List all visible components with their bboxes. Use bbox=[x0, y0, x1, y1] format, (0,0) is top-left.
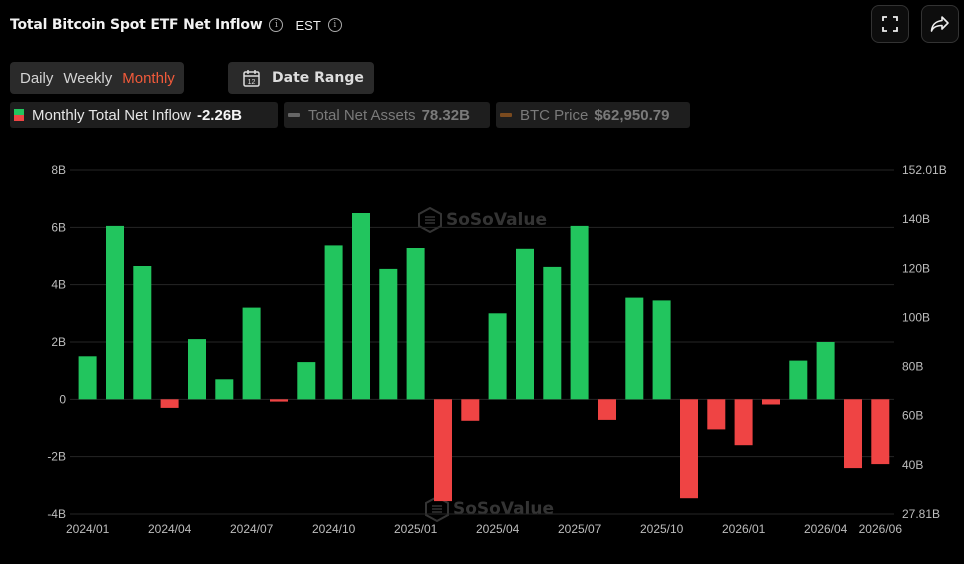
x-tick-label: 2025/04 bbox=[476, 522, 520, 536]
bar-2025-07[interactable] bbox=[570, 225, 589, 400]
calendar-icon: 12 bbox=[243, 70, 260, 87]
bar-2024-06[interactable] bbox=[215, 379, 234, 400]
x-tick-label: 2025/10 bbox=[640, 522, 684, 536]
chart-header: Total Bitcoin Spot ETF Net Inflow i EST … bbox=[10, 12, 342, 38]
x-tick-label: 2026/06 bbox=[859, 522, 903, 536]
x-tick-label: 2024/01 bbox=[66, 522, 110, 536]
bar-2025-01[interactable] bbox=[406, 248, 425, 400]
period-selector: Daily Weekly Monthly bbox=[10, 62, 184, 94]
bar-2024-10[interactable] bbox=[324, 245, 343, 400]
x-tick-label: 2026/01 bbox=[722, 522, 766, 536]
x-tick-label: 2025/07 bbox=[558, 522, 602, 536]
x-tick-label: 2025/01 bbox=[394, 522, 438, 536]
y-right-tick-label: 120B bbox=[902, 261, 930, 275]
y-right-tick-label: 80B bbox=[902, 360, 923, 374]
bar-2026-04[interactable] bbox=[816, 342, 835, 400]
y-axis-right: 152.01B 140B 120B 100B 80B 60B 40B 27.81B bbox=[902, 163, 947, 521]
date-range-label: Date Range bbox=[272, 70, 364, 86]
y-right-tick-label: 152.01B bbox=[902, 163, 947, 177]
y-right-tick-label: 27.81B bbox=[902, 507, 940, 521]
fullscreen-button[interactable] bbox=[871, 5, 909, 43]
x-tick-label: 2024/04 bbox=[148, 522, 192, 536]
bar-2025-09[interactable] bbox=[625, 297, 644, 400]
legend-btc-label: BTC Price bbox=[520, 106, 589, 124]
net-inflow-bar-chart: 8B 6B 4B 2B 0 -2B -4B 152.01B 140B 120B 100B 80B 60… bbox=[47, 163, 947, 536]
bar-2025-11[interactable] bbox=[680, 399, 698, 499]
y-right-tick-label: 140B bbox=[902, 212, 930, 226]
assets-legend-swatch bbox=[288, 113, 300, 117]
legend-inflow[interactable]: Monthly Total Net Inflow -2.26B bbox=[10, 102, 278, 128]
inflow-legend-swatch bbox=[14, 109, 24, 121]
bar-2025-12[interactable] bbox=[707, 399, 726, 430]
bar-2025-03[interactable] bbox=[461, 399, 480, 421]
y-tick-label: 6B bbox=[51, 220, 66, 234]
date-range-button[interactable]: 12 Date Range bbox=[228, 62, 374, 94]
bar-2024-05[interactable] bbox=[188, 339, 206, 400]
legend-btc-value: $62,950.79 bbox=[594, 106, 670, 124]
legend-total-assets[interactable]: Total Net Assets 78.32B bbox=[284, 102, 490, 128]
y-right-tick-label: 100B bbox=[902, 310, 930, 324]
x-tick-label: 2024/10 bbox=[312, 522, 356, 536]
tab-daily[interactable]: Daily bbox=[10, 70, 58, 87]
bar-2025-06[interactable] bbox=[543, 266, 562, 400]
x-tick-label: 2026/04 bbox=[804, 522, 848, 536]
legend-btc-price[interactable]: BTC Price $62,950.79 bbox=[496, 102, 690, 128]
bar-2025-02[interactable] bbox=[434, 399, 452, 502]
y-right-tick-label: 40B bbox=[902, 458, 923, 472]
share-icon bbox=[930, 16, 949, 32]
bar-2024-12[interactable] bbox=[379, 268, 398, 400]
x-tick-label: 2024/07 bbox=[230, 522, 274, 536]
bar-2026-01[interactable] bbox=[734, 399, 753, 446]
bar-2024-01[interactable] bbox=[78, 356, 97, 400]
btc-legend-swatch bbox=[500, 113, 512, 117]
bar-2024-07[interactable] bbox=[242, 307, 261, 400]
calendar-day-number: 12 bbox=[248, 79, 256, 86]
legend-assets-label: Total Net Assets bbox=[308, 106, 416, 124]
bars bbox=[78, 213, 890, 502]
bar-2024-03[interactable] bbox=[133, 266, 152, 400]
y-tick-label: 4B bbox=[51, 278, 66, 292]
timezone-label: EST bbox=[295, 17, 321, 33]
legend-inflow-label: Monthly Total Net Inflow bbox=[32, 106, 191, 124]
timezone-info-icon[interactable]: i bbox=[327, 18, 342, 32]
page-title: Total Bitcoin Spot ETF Net Inflow bbox=[10, 17, 263, 33]
tab-monthly[interactable]: Monthly bbox=[117, 70, 184, 87]
bar-2025-04[interactable] bbox=[488, 313, 507, 400]
bar-2024-08[interactable] bbox=[270, 399, 288, 402]
bar-2024-09[interactable] bbox=[297, 362, 316, 400]
x-axis: 2024/01 2024/04 2024/07 2024/10 2025/01 2025/… bbox=[66, 522, 902, 536]
y-tick-label: 0 bbox=[59, 392, 66, 406]
bar-2024-04[interactable] bbox=[160, 399, 179, 408]
bar-2024-11[interactable] bbox=[352, 213, 370, 400]
bar-2026-03[interactable] bbox=[789, 360, 808, 400]
bar-2024-02[interactable] bbox=[106, 225, 124, 400]
y-tick-label: 8B bbox=[51, 163, 66, 177]
bar-2026-02[interactable] bbox=[762, 399, 780, 405]
info-icon[interactable]: i bbox=[269, 18, 284, 32]
tab-weekly[interactable]: Weekly bbox=[58, 70, 117, 87]
share-button[interactable] bbox=[921, 5, 959, 43]
y-right-tick-label: 60B bbox=[902, 409, 923, 423]
fullscreen-icon bbox=[882, 16, 898, 32]
bar-2026-06[interactable] bbox=[871, 399, 890, 465]
bar-2026-05[interactable] bbox=[844, 399, 862, 469]
legend-inflow-value: -2.26B bbox=[196, 106, 242, 124]
y-tick-label: -2B bbox=[47, 450, 66, 464]
y-tick-label: -4B bbox=[47, 507, 66, 521]
bar-2025-08[interactable] bbox=[598, 399, 616, 420]
legend-assets-value: 78.32B bbox=[421, 106, 470, 124]
bar-2025-05[interactable] bbox=[516, 248, 534, 400]
y-axis-left: 8B 6B 4B 2B 0 -2B -4B bbox=[47, 163, 66, 521]
bar-2025-10[interactable] bbox=[652, 300, 671, 400]
y-tick-label: 2B bbox=[51, 335, 66, 349]
